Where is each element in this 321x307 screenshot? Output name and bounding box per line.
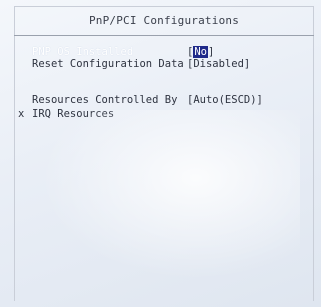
- setting-resources-controlled-by[interactable]: Resources Controlled By [Auto(ESCD)]: [32, 94, 263, 106]
- selected-value[interactable]: No: [193, 46, 208, 58]
- setting-label: PNP OS Installed: [32, 46, 134, 58]
- page-title: PnP/PCI Configurations: [14, 6, 314, 36]
- value-bracket-close: ]: [207, 46, 215, 58]
- bios-screen: PnP/PCI Configurations PNP OS Installed […: [0, 0, 321, 307]
- setting-pnp-os-installed[interactable]: PNP OS Installed [No]: [32, 46, 214, 58]
- setting-reset-configuration-data[interactable]: Reset Configuration Data [Disabled]: [32, 58, 250, 70]
- submenu-label: IRQ Resources: [32, 108, 115, 120]
- setting-label: Reset Configuration Data: [32, 58, 184, 70]
- setting-label: Resources Controlled By: [32, 94, 178, 106]
- setting-value[interactable]: [Auto(ESCD)]: [187, 94, 263, 106]
- submenu-disabled-marker: x: [18, 108, 25, 120]
- submenu-irq-resources[interactable]: IRQ Resources: [32, 108, 187, 120]
- setting-value[interactable]: [No]: [187, 46, 214, 58]
- setting-value[interactable]: [Disabled]: [187, 58, 250, 70]
